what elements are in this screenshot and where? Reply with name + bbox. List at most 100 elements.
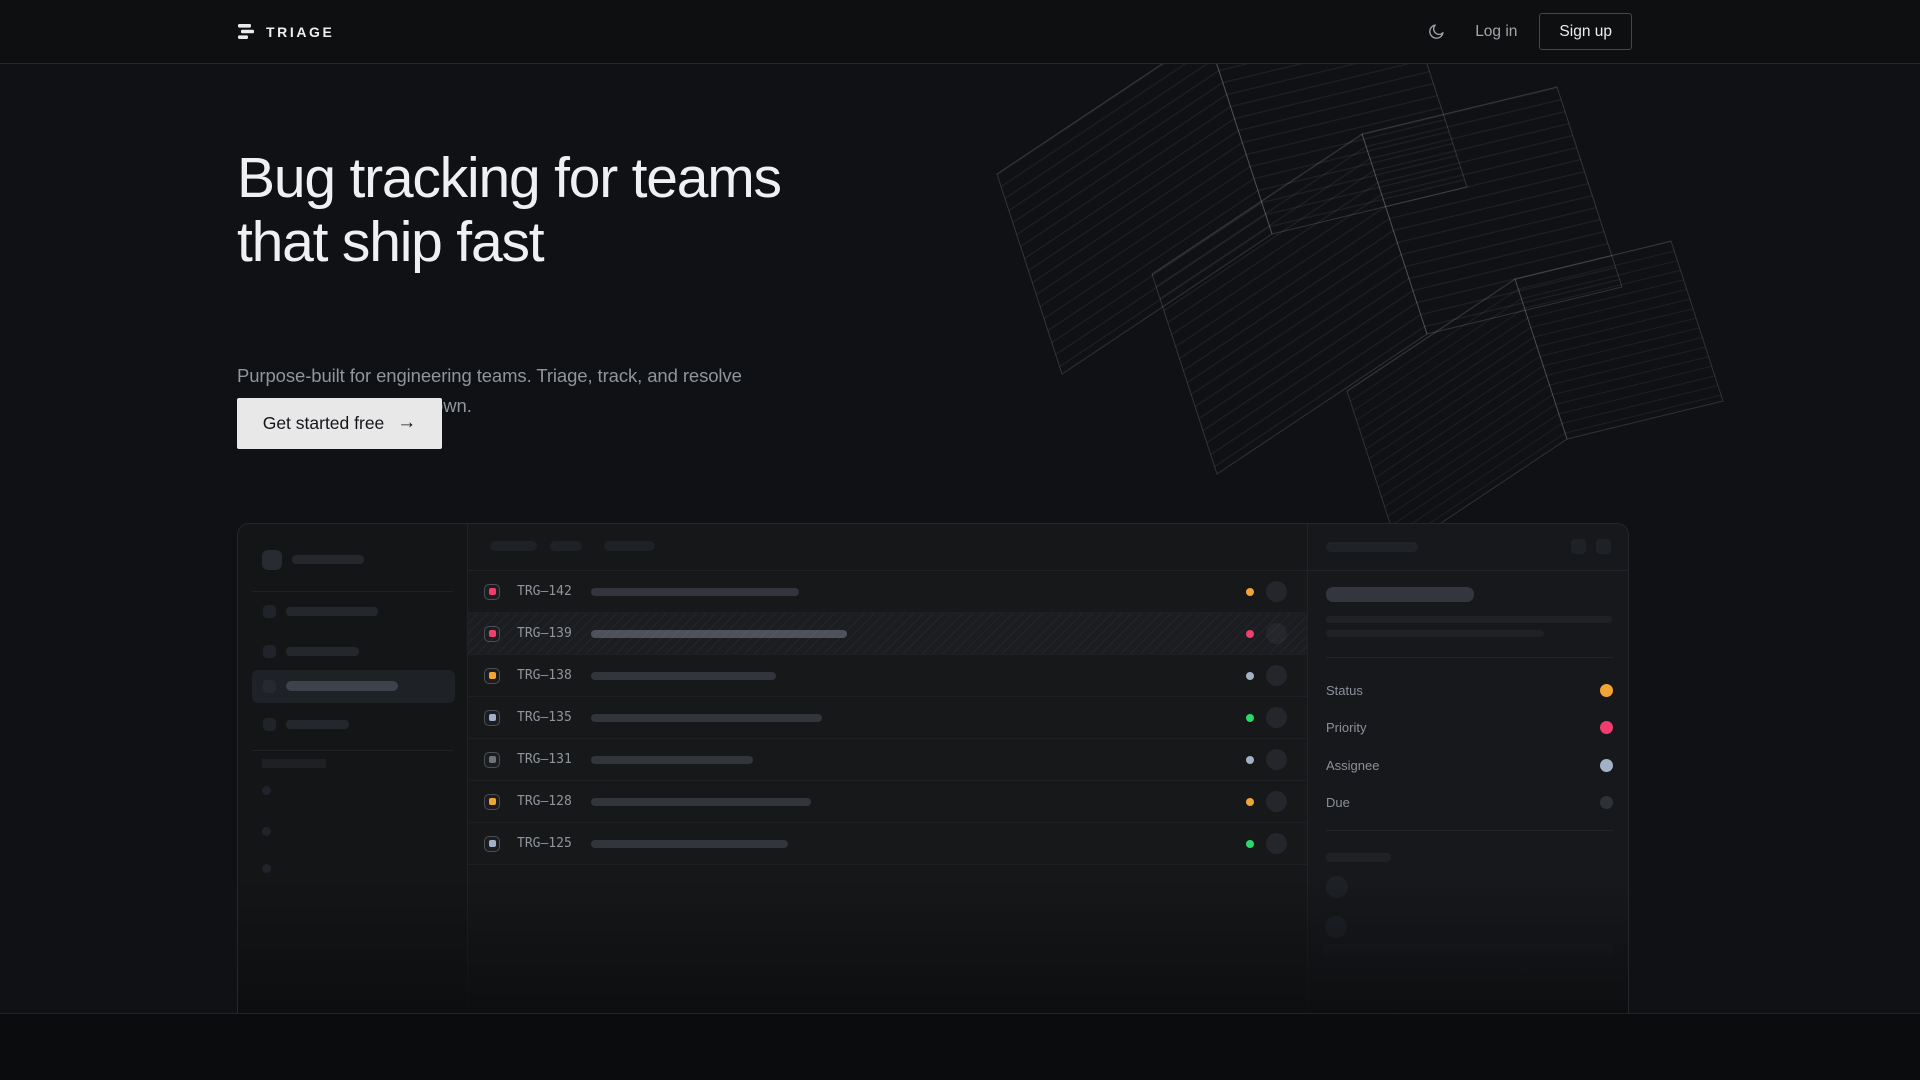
mockup-issue-list: TRG–142 TRG–139	[468, 524, 1308, 1013]
issue-type-badge	[484, 584, 500, 600]
panel-divider	[1326, 830, 1613, 831]
issue-avatar-skeleton	[1266, 581, 1287, 602]
hero-title-line1: Bug tracking for teams	[237, 146, 781, 210]
get-started-label: Get started free	[263, 413, 385, 434]
hero-section: Bug tracking for teamsthat ship fast Pur…	[0, 64, 1920, 1013]
sidebar-nav-label-skeleton	[286, 607, 378, 616]
panel-action-button-skeleton	[1571, 539, 1586, 554]
issue-id: TRG–128	[517, 794, 579, 809]
top-nav: TRIAGE Log in Sign up	[0, 0, 1920, 64]
issue-row: TRG–128	[468, 781, 1307, 823]
issue-type-dot	[489, 714, 496, 721]
brand-name: TRIAGE	[266, 24, 335, 40]
nav-actions: Log in Sign up	[1419, 13, 1632, 50]
comment-avatar-skeleton	[1325, 916, 1347, 938]
field-label: Assignee	[1326, 758, 1379, 773]
list-tab-skeleton	[490, 541, 537, 551]
issue-type-dot	[489, 630, 496, 637]
brand-logo[interactable]: TRIAGE	[237, 23, 335, 40]
signup-button[interactable]: Sign up	[1539, 13, 1632, 50]
issue-id: TRG–142	[517, 584, 579, 599]
hero-title: Bug tracking for teamsthat ship fast	[237, 146, 781, 274]
page-footer	[0, 1013, 1920, 1080]
get-started-button[interactable]: Get started free →	[237, 398, 442, 449]
hero-title-line2: that ship fast	[237, 210, 781, 274]
issue-row: TRG–131	[468, 739, 1307, 781]
issue-type-badge	[484, 752, 500, 768]
issue-row-meta	[1246, 833, 1287, 854]
workspace-icon-skeleton	[262, 550, 282, 570]
issue-type-dot	[489, 672, 496, 679]
list-tab-skeleton	[604, 541, 655, 551]
sidebar-nav-icon-skeleton	[263, 645, 276, 658]
issue-id: TRG–138	[517, 668, 579, 683]
sidebar-list-dot-skeleton	[262, 864, 271, 873]
issue-avatar-skeleton	[1266, 665, 1287, 686]
issue-title-skeleton	[591, 840, 788, 848]
issue-type-dot	[489, 840, 496, 847]
sidebar-divider	[252, 591, 453, 592]
issue-row: TRG–142	[468, 571, 1307, 613]
sidebar-nav-label-skeleton	[286, 647, 359, 656]
issue-row-meta	[1246, 581, 1287, 602]
field-due: Due	[1326, 792, 1613, 812]
sidebar-nav-icon-skeleton	[263, 680, 276, 693]
issue-title-skeleton	[591, 672, 776, 680]
issue-list-header	[468, 524, 1307, 571]
sidebar-nav-icon-skeleton	[263, 718, 276, 731]
panel-divider	[1326, 657, 1613, 658]
issue-type-badge	[484, 794, 500, 810]
issue-status-dot	[1246, 588, 1254, 596]
issue-description-skeleton	[1326, 616, 1612, 623]
issue-title-skeleton	[591, 588, 799, 596]
issue-avatar-skeleton	[1266, 707, 1287, 728]
field-assignee: Assignee	[1326, 755, 1613, 775]
issue-row: TRG–125	[468, 823, 1307, 865]
issue-id: TRG–135	[517, 710, 579, 725]
issue-type-dot	[489, 588, 496, 595]
issue-row-meta	[1246, 665, 1287, 686]
triage-logo-icon	[237, 23, 255, 40]
issue-row-meta	[1246, 707, 1287, 728]
login-link[interactable]: Log in	[1475, 23, 1517, 41]
assignee-value-dot	[1600, 759, 1613, 772]
issue-type-badge	[484, 668, 500, 684]
field-label: Due	[1326, 795, 1350, 810]
sidebar-nav-label-skeleton	[286, 681, 398, 691]
issue-avatar-skeleton	[1266, 791, 1287, 812]
issue-description-skeleton	[1326, 630, 1544, 637]
workspace-name-skeleton	[292, 555, 364, 564]
sidebar-list-dot-skeleton	[262, 827, 271, 836]
detail-panel-header	[1308, 524, 1629, 571]
top-nav-inner: TRIAGE Log in Sign up	[237, 0, 1632, 63]
mockup-detail-panel: Status Priority Assignee Due	[1308, 524, 1629, 1013]
mockup-sidebar	[238, 524, 468, 1013]
field-label: Priority	[1326, 720, 1366, 735]
panel-action-button-skeleton	[1596, 539, 1611, 554]
sidebar-nav-icon-skeleton	[263, 605, 276, 618]
issue-row-meta	[1246, 791, 1287, 812]
activity-label-skeleton	[1326, 853, 1391, 862]
issue-title-skeleton	[591, 756, 753, 764]
sidebar-nav-label-skeleton	[286, 720, 349, 729]
due-value-dot	[1600, 796, 1613, 809]
issue-status-dot	[1246, 840, 1254, 848]
list-tab-skeleton	[550, 541, 582, 551]
sidebar-list-dot-skeleton	[262, 786, 271, 795]
issue-avatar-skeleton	[1266, 833, 1287, 854]
issue-type-badge	[484, 836, 500, 852]
issue-status-dot	[1246, 756, 1254, 764]
issue-avatar-skeleton	[1266, 623, 1287, 644]
sidebar-divider	[252, 750, 453, 751]
priority-value-dot	[1600, 721, 1613, 734]
issue-title-skeleton	[591, 630, 847, 638]
issue-status-dot	[1246, 672, 1254, 680]
issue-status-dot	[1246, 630, 1254, 638]
theme-toggle-button[interactable]	[1419, 15, 1453, 49]
moon-icon	[1427, 22, 1446, 41]
issue-title-skeleton	[591, 714, 822, 722]
issue-type-badge	[484, 710, 500, 726]
status-value-dot	[1600, 684, 1613, 697]
issue-avatar-skeleton	[1266, 749, 1287, 770]
issue-row-meta	[1246, 749, 1287, 770]
